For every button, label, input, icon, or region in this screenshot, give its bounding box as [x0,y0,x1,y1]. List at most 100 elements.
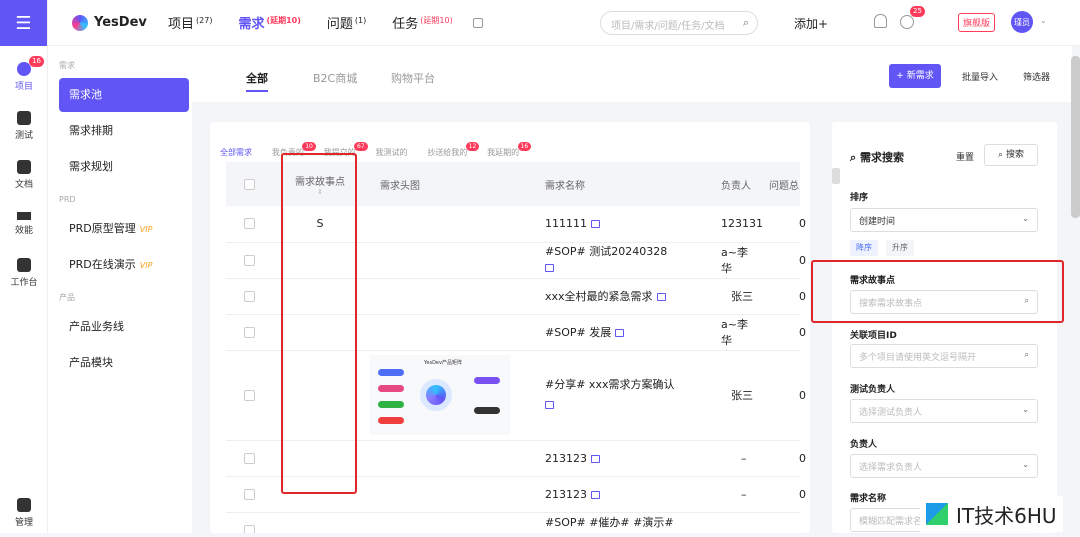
rail-item-project[interactable]: 项目 16 [0,52,48,101]
nav-project[interactable]: 项目 (27) [168,13,212,32]
col-header-owner: 负责人 [685,162,755,206]
calendar-icon[interactable] [545,401,554,409]
rail-label: 项目 [14,81,33,92]
cell-name[interactable]: xxx全村最的紧急需求 [545,290,653,303]
header-label: 负责人 [721,180,751,192]
sidebar-item-module[interactable]: 产品模块 [59,346,189,380]
rail-item-docs[interactable]: 文档 [0,150,48,199]
reset-button[interactable]: 重置 [956,150,974,163]
input-placeholder: 多个项目请使用英文逗号隔开 [859,353,977,363]
chevron-down-icon[interactable]: ⌄ [1040,16,1047,25]
row-checkbox[interactable] [244,389,255,401]
logo-icon [72,14,88,31]
mm-core [420,379,452,411]
subtabs: 全部需求 我负责的 10 我提交的 67 我测试的 抄送给我的 12 我延期的 16 [220,142,535,158]
nav-task[interactable]: 任务 (延期10) [392,13,452,32]
subtab-cc[interactable]: 抄送给我的 12 [427,142,480,158]
cell-issues: 0 [755,314,806,351]
nav-issue[interactable]: 问题 (1) [327,13,366,32]
tab-b2c[interactable]: B2C商城 [313,70,357,86]
subtab-delayed[interactable]: 我延期的 16 [487,142,532,158]
sidebar-item-prd-demo[interactable]: PRD在线演示 VIP [59,248,189,282]
cell-name[interactable]: 111111 [545,217,587,230]
chevron-down-icon: ⌄ [1022,460,1029,469]
row-checkbox[interactable] [244,326,255,338]
page-scrollbar[interactable] [1071,56,1080,218]
name-label: 需求名称 [850,494,887,504]
sidebar-item-schedule[interactable]: 需求排期 [59,114,189,148]
rail-item-workbench[interactable]: 工作台 [0,248,48,297]
brand-logo[interactable]: YesDev [72,14,168,31]
bell-icon[interactable] [874,14,887,28]
top-bar: YesDev 项目 (27) 需求 (延期10) 问题 (1) 任务 (延期10) 项目… [48,0,1080,46]
calendar-icon[interactable] [545,264,554,272]
edition-badge[interactable]: 旗舰版 [958,13,996,32]
search-placeholder: 项目/需求/问题/任务/文档 [611,21,725,32]
row-checkbox[interactable] [244,452,255,464]
chart-icon [17,211,31,220]
row-checkbox[interactable] [244,218,255,230]
order-desc-button[interactable]: 降序 [850,240,878,256]
calendar-icon[interactable] [615,329,625,337]
cell-name[interactable]: #SOP# 发展 [545,326,611,339]
nav-label: 问题 [326,17,353,32]
panel-title-text: 需求搜索 [860,151,904,164]
header-label: 需求名称 [545,180,585,192]
sidebar-item-business-line[interactable]: 产品业务线 [59,310,189,344]
order-asc-button[interactable]: 升序 [886,240,914,256]
admin-icon [17,497,31,512]
new-requirement-button[interactable]: + 新需求 [889,64,941,88]
row-checkbox[interactable] [244,524,255,533]
cell-name[interactable]: #SOP# 测试20240328 [545,245,667,258]
col-header-issues: 问题总 [755,162,800,206]
nav-requirement[interactable]: 需求 (延期10) [238,13,300,32]
select-all-checkbox[interactable] [244,178,255,190]
subtab-badge: 67 [354,142,368,151]
calendar-icon[interactable] [591,454,600,463]
panel-collapse-handle[interactable] [832,168,840,184]
nav-count: (延期10) [266,15,301,25]
row-checkbox[interactable] [244,488,255,500]
cell-owner [685,512,755,533]
sidebar-item-plan[interactable]: 需求规划 [59,150,189,184]
mm-node [474,407,500,414]
cell-name[interactable]: 213123 [545,488,587,501]
cell-name[interactable]: #SOP# #催办# #演示# 开 [545,516,674,533]
requirement-cover-image[interactable]: YesDev产品矩阵 [370,355,510,435]
row-checkbox[interactable] [244,290,255,302]
sidebar-item-prd-proto[interactable]: PRD原型管理 VIP [59,212,189,246]
subtab-all[interactable]: 全部需求 [220,147,252,158]
tester-select[interactable]: 选择测试负责人 ⌄ [850,399,1038,423]
filter-link[interactable]: 筛选器 [1023,70,1050,83]
menu-toggle-icon[interactable]: ☰ [0,0,47,46]
rail-item-efficiency[interactable]: 效能 [0,199,48,248]
tab-all[interactable]: 全部 [246,70,268,92]
panel-search-button[interactable]: ⌕ 搜索 [984,144,1038,166]
sidebar-item-pool[interactable]: 需求池 [59,78,189,112]
tab-shopping[interactable]: 购物平台 [391,70,435,86]
sort-select[interactable]: 创建时间 ⌄ [850,208,1038,232]
cell-issues: 0 [755,440,806,477]
mm-node [474,377,500,384]
calendar-icon[interactable] [656,293,666,301]
cell-name[interactable]: #分享# xxx需求方案确认 [545,378,674,391]
owner-select[interactable]: 选择需求负责人 ⌄ [850,454,1038,478]
cell-owner: 张三 [685,350,755,441]
global-search-input[interactable]: 项目/需求/问题/任务/文档 ⌕ [600,11,758,35]
rail-item-admin[interactable]: 管理 [0,488,48,537]
exit-icon[interactable] [472,17,483,28]
avatar[interactable]: 瑾员 [1011,11,1033,33]
subtab-tested[interactable]: 我测试的 [375,147,407,158]
calendar-icon[interactable] [591,220,600,229]
table-row[interactable]: #SOP# #催办# #演示# 开 [226,512,800,533]
clock-icon[interactable] [900,15,914,29]
vip-badge: VIP [139,261,153,270]
calendar-icon[interactable] [591,490,600,499]
row-checkbox[interactable] [244,254,255,266]
rail-item-test[interactable]: 测试 [0,101,48,150]
project-id-input[interactable]: 多个项目请使用英文逗号隔开 ⌕ [850,344,1038,368]
cell-name[interactable]: 213123 [545,452,587,465]
bulk-import-link[interactable]: 批量导入 [962,70,998,83]
cell-owner: – [685,476,755,513]
add-button[interactable]: 添加+ [794,15,828,32]
